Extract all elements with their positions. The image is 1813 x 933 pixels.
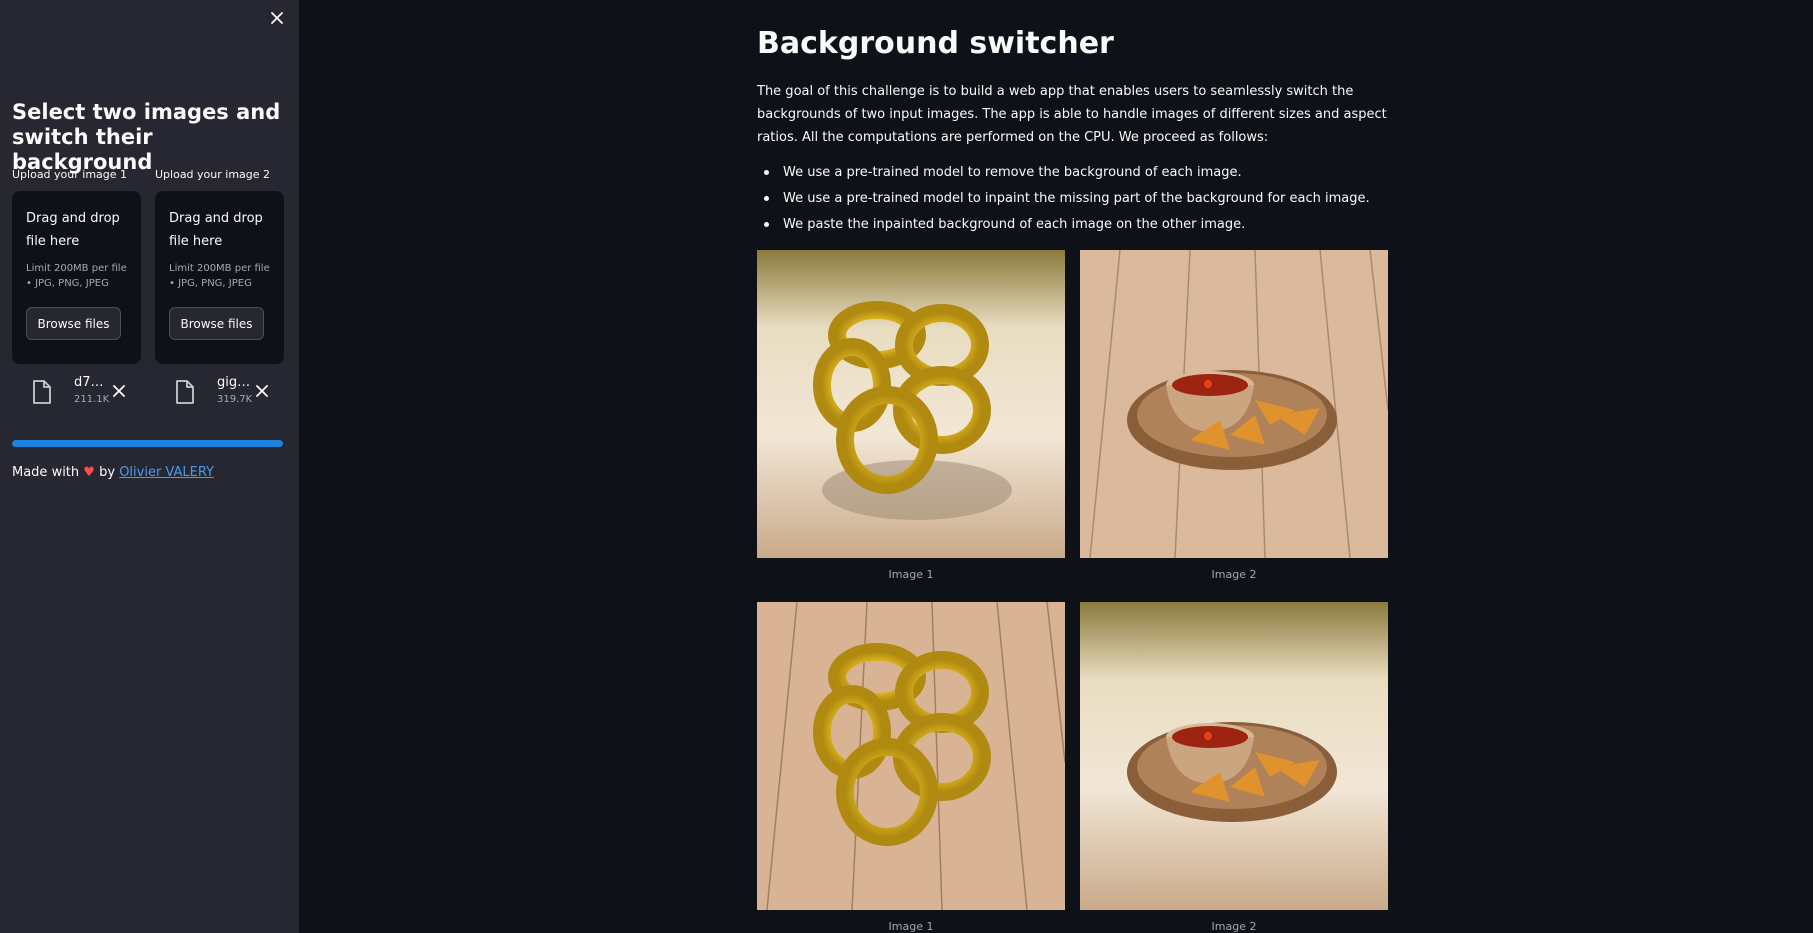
file-name: gig… [217,375,251,390]
sidebar-title: Select two images and switch their backg… [12,100,281,174]
list-item: We paste the inpainted background of eac… [757,213,1389,239]
uploader-label: Upload your image 2 [155,168,271,181]
file-name: d7… [74,375,104,390]
browse-files-button[interactable]: Browse files [26,307,121,340]
file-size: 211.1K [74,394,110,405]
remove-file-icon [113,385,125,397]
file-size: 319.7K [217,394,253,405]
author-link[interactable]: Olivier VALERY [119,465,214,480]
image-card: Image 1 [757,250,1065,581]
image-onion-rings-wood-bg [757,602,1065,910]
uploader-label: Upload your image 1 [12,168,128,181]
list-item: We use a pre-trained model to inpaint th… [757,187,1389,213]
file-icon [33,380,51,404]
image-caption: Image 1 [888,920,934,933]
browse-files-button[interactable]: Browse files [169,307,264,340]
page-title: Background switcher [757,26,1114,61]
heart-icon: ♥ [83,465,95,480]
image-card: Image 1 [757,602,1065,933]
sidebar: Select two images and switch their backg… [0,0,299,933]
image-caption: Image 1 [888,568,934,581]
image-card: Image 2 [1080,602,1388,933]
image2-uploader: Upload your image 2 Drag and drop file h… [155,168,284,364]
footer: Made with ♥ by Olivier VALERY [12,465,214,480]
intro-paragraph: The goal of this challenge is to build a… [757,84,1387,145]
image-caption: Image 2 [1211,568,1257,581]
image-caption: Image 2 [1211,920,1257,933]
image-salsa-wood-bg [1080,250,1388,558]
file-icon [176,380,194,404]
dropzone-title: Drag and drop file here [169,211,263,249]
dropzone[interactable]: Drag and drop file here Limit 200MB per … [155,191,284,364]
steps-list: We use a pre-trained model to remove the… [757,161,1389,239]
image-salsa-light-bg [1080,602,1388,910]
image-onion-rings-light-bg [757,250,1065,558]
uploaded-file-1: d7… 211.1K [31,375,128,405]
dropzone-limit: Limit 200MB per file • JPG, PNG, JPEG [169,263,270,289]
footer-made-with: Made with [12,465,80,480]
list-item: We use a pre-trained model to remove the… [757,161,1389,187]
dropzone-title: Drag and drop file here [26,211,120,249]
dropzone[interactable]: Drag and drop file here Limit 200MB per … [12,191,141,364]
progress-bar [12,440,283,447]
file-meta: d7… 211.1K [74,375,114,405]
close-sidebar-button[interactable] [267,8,287,28]
close-icon [271,12,283,24]
remove-file-icon [256,385,268,397]
dropzone-limit: Limit 200MB per file • JPG, PNG, JPEG [26,263,127,289]
uploaded-file-2: gig… 319.7K [174,375,271,405]
progress-fill [12,440,283,447]
remove-file-button[interactable] [253,382,271,400]
image-card: Image 2 [1080,250,1388,581]
file-meta: gig… 319.7K [217,375,257,405]
image1-uploader: Upload your image 1 Drag and drop file h… [12,168,141,364]
remove-file-button[interactable] [110,382,128,400]
footer-by: by [99,465,116,480]
